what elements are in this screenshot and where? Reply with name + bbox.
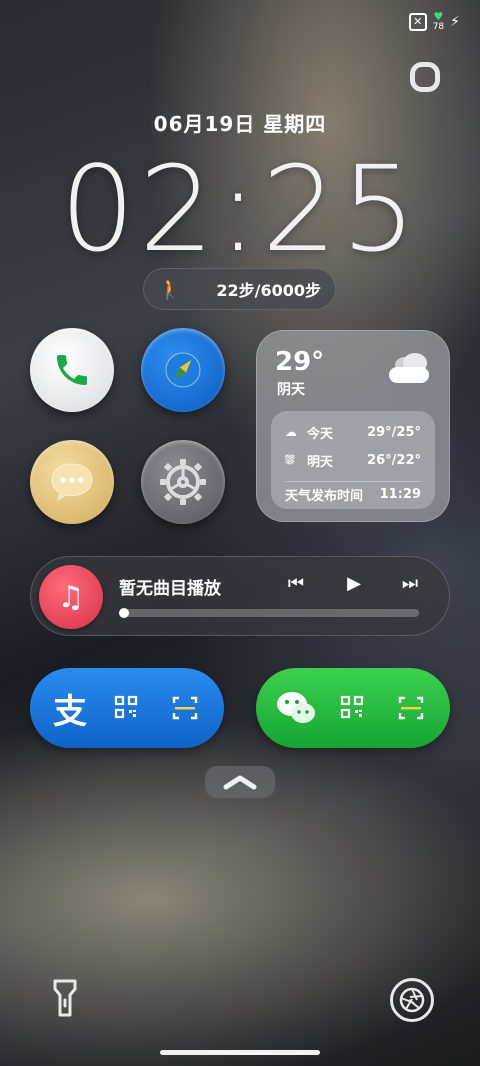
- chevron-up-icon: [223, 775, 257, 790]
- charging-bolt-icon: ⚡: [450, 14, 460, 30]
- progress-knob[interactable]: [119, 608, 129, 618]
- forecast-range: 26°/22°: [367, 452, 421, 468]
- forecast-day: 今天: [307, 426, 334, 442]
- track-title: 暂无曲目播放: [119, 579, 221, 599]
- music-note-icon[interactable]: ♫: [39, 565, 103, 629]
- settings-app-button[interactable]: [141, 440, 225, 524]
- wechat-pay-shortcut[interactable]: [256, 668, 450, 748]
- camera-aperture-icon: [399, 987, 425, 1013]
- publish-label: 天气发布时间: [285, 488, 364, 504]
- forecast-panel: ☁ 今天 29°/25° ⛆ 明天 26°/22° 天气发布时间 11:29: [271, 411, 435, 509]
- home-indicator[interactable]: [160, 1050, 320, 1055]
- phone-icon: [57, 355, 87, 385]
- qr-code-icon[interactable]: [114, 695, 138, 719]
- divider: [285, 481, 421, 482]
- expand-up-button[interactable]: [205, 766, 275, 798]
- current-condition: 阴天: [277, 382, 305, 398]
- lock-time: 02:25: [59, 140, 421, 278]
- messages-app-button[interactable]: [30, 440, 114, 524]
- camera-shortcut-button[interactable]: [390, 978, 434, 1022]
- step-count: 22步/6000步: [216, 281, 321, 300]
- theme-ring-button[interactable]: [410, 62, 440, 92]
- alipay-shortcut[interactable]: 支: [30, 668, 224, 748]
- lock-date: 06月19日 星期四: [153, 112, 327, 136]
- forecast-day: 明天: [307, 454, 334, 470]
- playback-progress-bar[interactable]: [119, 608, 419, 618]
- status-bar: ✕ ♥ 78 ⚡: [408, 10, 460, 32]
- qr-code-icon[interactable]: [340, 695, 364, 719]
- compass-icon: [165, 352, 201, 388]
- play-button[interactable]: ▶: [341, 573, 367, 594]
- next-track-button[interactable]: ⏭: [397, 573, 423, 594]
- rain-cloud-icon: ⛆: [285, 452, 295, 467]
- music-player-widget[interactable]: ♫ 暂无曲目播放 ⏮ ▶ ⏭: [30, 556, 450, 636]
- publish-time: 11:29: [379, 486, 421, 502]
- walking-person-icon: 🚶: [157, 277, 183, 301]
- chat-bubble-icon: [51, 463, 93, 502]
- compass-app-button[interactable]: [141, 328, 225, 412]
- alipay-char: 支: [53, 691, 87, 732]
- alipay-logo-icon: 支: [46, 684, 94, 732]
- step-counter-pill[interactable]: 🚶 22步/6000步: [143, 268, 336, 310]
- current-temperature: 29°: [275, 347, 325, 377]
- cloud-icon: [389, 353, 429, 383]
- scan-icon[interactable]: [172, 695, 198, 721]
- forecast-row: ⛆ 明天 26°/22°: [285, 449, 421, 471]
- battery-level: 78: [432, 22, 445, 32]
- battery-heart-icon: ♥ 78: [432, 10, 445, 32]
- publish-row: 天气发布时间 11:29: [285, 483, 421, 505]
- notification-x-icon: ✕: [408, 13, 427, 31]
- weather-widget[interactable]: 29° 阴天 ☁ 今天 29°/25° ⛆ 明天 26°/22° 天气发布时间 …: [256, 330, 450, 522]
- cloud-icon: ☁: [285, 425, 297, 439]
- wechat-logo-icon: [277, 692, 315, 723]
- forecast-row: ☁ 今天 29°/25°: [285, 421, 421, 443]
- previous-track-button[interactable]: ⏮: [283, 573, 309, 594]
- forecast-range: 29°/25°: [367, 424, 421, 440]
- scan-icon[interactable]: [398, 695, 424, 721]
- phone-app-button[interactable]: [30, 328, 114, 412]
- gear-icon: [160, 459, 206, 505]
- flashlight-icon[interactable]: [50, 978, 80, 1018]
